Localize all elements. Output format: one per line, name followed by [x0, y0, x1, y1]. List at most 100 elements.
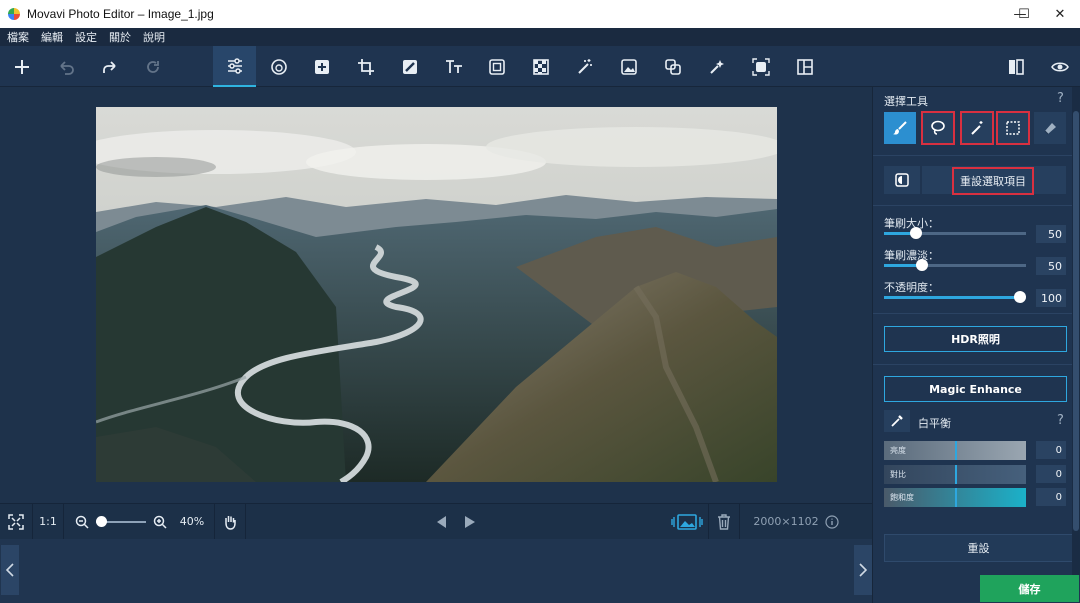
menu-settings[interactable]: 設定	[75, 29, 97, 45]
layout-icon	[797, 58, 813, 75]
panel-scrollbar[interactable]	[1072, 87, 1080, 575]
image-info-button[interactable]	[822, 504, 842, 540]
fit-screen-icon	[8, 513, 24, 530]
crop-icon	[358, 58, 374, 75]
wb-saturation-slider[interactable]: 飽和度	[884, 488, 1026, 507]
rectangle-select-tool[interactable]	[996, 111, 1030, 145]
menu-file[interactable]: 檔案	[7, 29, 29, 45]
invert-selection-icon	[895, 173, 909, 187]
zoom-out-icon	[75, 515, 89, 529]
magic-enhance-button[interactable]: Magic Enhance	[884, 376, 1067, 402]
brush-size-value[interactable]: 50	[1036, 225, 1066, 243]
invert-selection-button[interactable]	[884, 166, 920, 194]
wb-brightness-slider[interactable]: 亮度	[884, 441, 1026, 460]
next-arrow-icon	[465, 515, 475, 528]
eraser-tool[interactable]	[1034, 112, 1066, 144]
fit-screen-button[interactable]	[0, 504, 32, 540]
tab-restore[interactable]	[741, 46, 781, 87]
main-toolbar	[0, 46, 1080, 87]
white-balance-help-icon[interactable]: ?	[1057, 413, 1064, 428]
tab-enhance[interactable]	[697, 46, 737, 87]
text-icon	[446, 59, 462, 73]
reset-button[interactable]	[133, 46, 173, 87]
tab-text[interactable]	[434, 46, 474, 87]
compare-button[interactable]	[996, 46, 1036, 87]
info-icon	[825, 514, 839, 529]
opacity-slider[interactable]	[884, 291, 1027, 303]
retouch-icon	[315, 59, 329, 74]
preview-button[interactable]	[1040, 46, 1080, 87]
hdr-lighting-button[interactable]: HDR照明	[884, 326, 1067, 352]
delete-image-button[interactable]	[709, 504, 739, 540]
save-button[interactable]: 儲存	[980, 575, 1079, 602]
prev-arrow-icon	[437, 515, 446, 528]
title-bar: Movavi Photo Editor – Image_1.jpg — ☐ ✕	[0, 0, 1080, 28]
previous-image-button[interactable]	[422, 504, 462, 540]
next-image-button[interactable]	[462, 504, 478, 540]
wb-contrast-value[interactable]: 0	[1036, 465, 1066, 483]
opacity-value[interactable]: 100	[1036, 289, 1066, 307]
menu-help[interactable]: 說明	[143, 29, 165, 45]
wb-brightness-label: 亮度	[890, 446, 906, 455]
filmstrip-left-arrow[interactable]	[1, 545, 19, 595]
select-tools-label: 選擇工具	[884, 95, 928, 108]
reset-button[interactable]: 重設	[884, 534, 1073, 562]
tab-replace-background[interactable]	[653, 46, 693, 87]
actual-size-button[interactable]: 1:1	[33, 504, 63, 540]
magic-wand-icon	[971, 121, 983, 135]
zoom-out-button[interactable]	[72, 504, 92, 540]
menu-about[interactable]: 關於	[109, 29, 131, 45]
compare-icon	[1009, 58, 1024, 75]
reset-icon	[147, 60, 159, 73]
filmstrip-toggle-button[interactable]	[670, 504, 704, 540]
undo-button[interactable]	[46, 46, 86, 87]
brush-softness-value[interactable]: 50	[1036, 257, 1066, 275]
panel-scroll-thumb[interactable]	[1073, 111, 1079, 531]
restore-icon	[752, 57, 770, 76]
help-icon[interactable]: ?	[1057, 91, 1064, 106]
wb-saturation-value[interactable]: 0	[1036, 488, 1066, 506]
tab-insert-image[interactable]	[609, 46, 649, 87]
tab-object-removal[interactable]	[390, 46, 430, 87]
add-button[interactable]	[2, 46, 42, 87]
zoom-in-button[interactable]	[150, 504, 170, 540]
magic-wand-select-tool[interactable]	[960, 111, 994, 145]
tab-adjust[interactable]	[213, 46, 256, 87]
tab-filters[interactable]	[259, 46, 299, 87]
reset-selection-button[interactable]: 重設選取項目	[952, 167, 1034, 195]
menu-edit[interactable]: 編輯	[41, 29, 63, 45]
zoom-percent: 40%	[179, 515, 205, 528]
wb-contrast-marker[interactable]	[955, 465, 957, 484]
tab-retouch[interactable]	[302, 46, 342, 87]
wb-brightness-marker[interactable]	[955, 441, 957, 460]
tab-frames[interactable]	[477, 46, 517, 87]
brush-select-tool[interactable]	[884, 112, 916, 144]
hand-tool-button[interactable]	[215, 504, 245, 540]
add-icon	[15, 59, 29, 74]
landscape-photo[interactable]	[96, 107, 777, 482]
close-button[interactable]: ✕	[1037, 0, 1080, 28]
brush-icon	[893, 121, 907, 135]
wb-saturation-marker[interactable]	[955, 488, 957, 507]
wb-contrast-slider[interactable]: 對比	[884, 465, 1026, 484]
adjust-icon	[227, 57, 242, 74]
tab-crop[interactable]	[346, 46, 386, 87]
wb-brightness-value[interactable]: 0	[1036, 441, 1066, 459]
eyedropper-button[interactable]	[884, 410, 910, 432]
brush-size-thumb[interactable]	[909, 227, 922, 239]
tab-background[interactable]	[521, 46, 561, 87]
zoom-slider[interactable]	[92, 504, 150, 540]
brush-softness-thumb[interactable]	[915, 259, 928, 271]
brush-softness-slider[interactable]	[884, 259, 1026, 271]
eyedropper-icon	[891, 415, 903, 427]
lasso-select-tool[interactable]	[921, 111, 955, 145]
canvas-area[interactable]	[0, 87, 872, 503]
opacity-thumb[interactable]	[1014, 291, 1027, 303]
redo-button[interactable]	[90, 46, 130, 87]
brush-size-slider[interactable]	[884, 227, 1026, 239]
bottom-bar: 1:1 40% 2000×1102	[0, 503, 872, 540]
filmstrip-right-arrow[interactable]	[854, 545, 872, 595]
trash-icon	[718, 513, 730, 530]
tab-magic-wand[interactable]	[565, 46, 605, 87]
tab-layout[interactable]	[785, 46, 825, 87]
